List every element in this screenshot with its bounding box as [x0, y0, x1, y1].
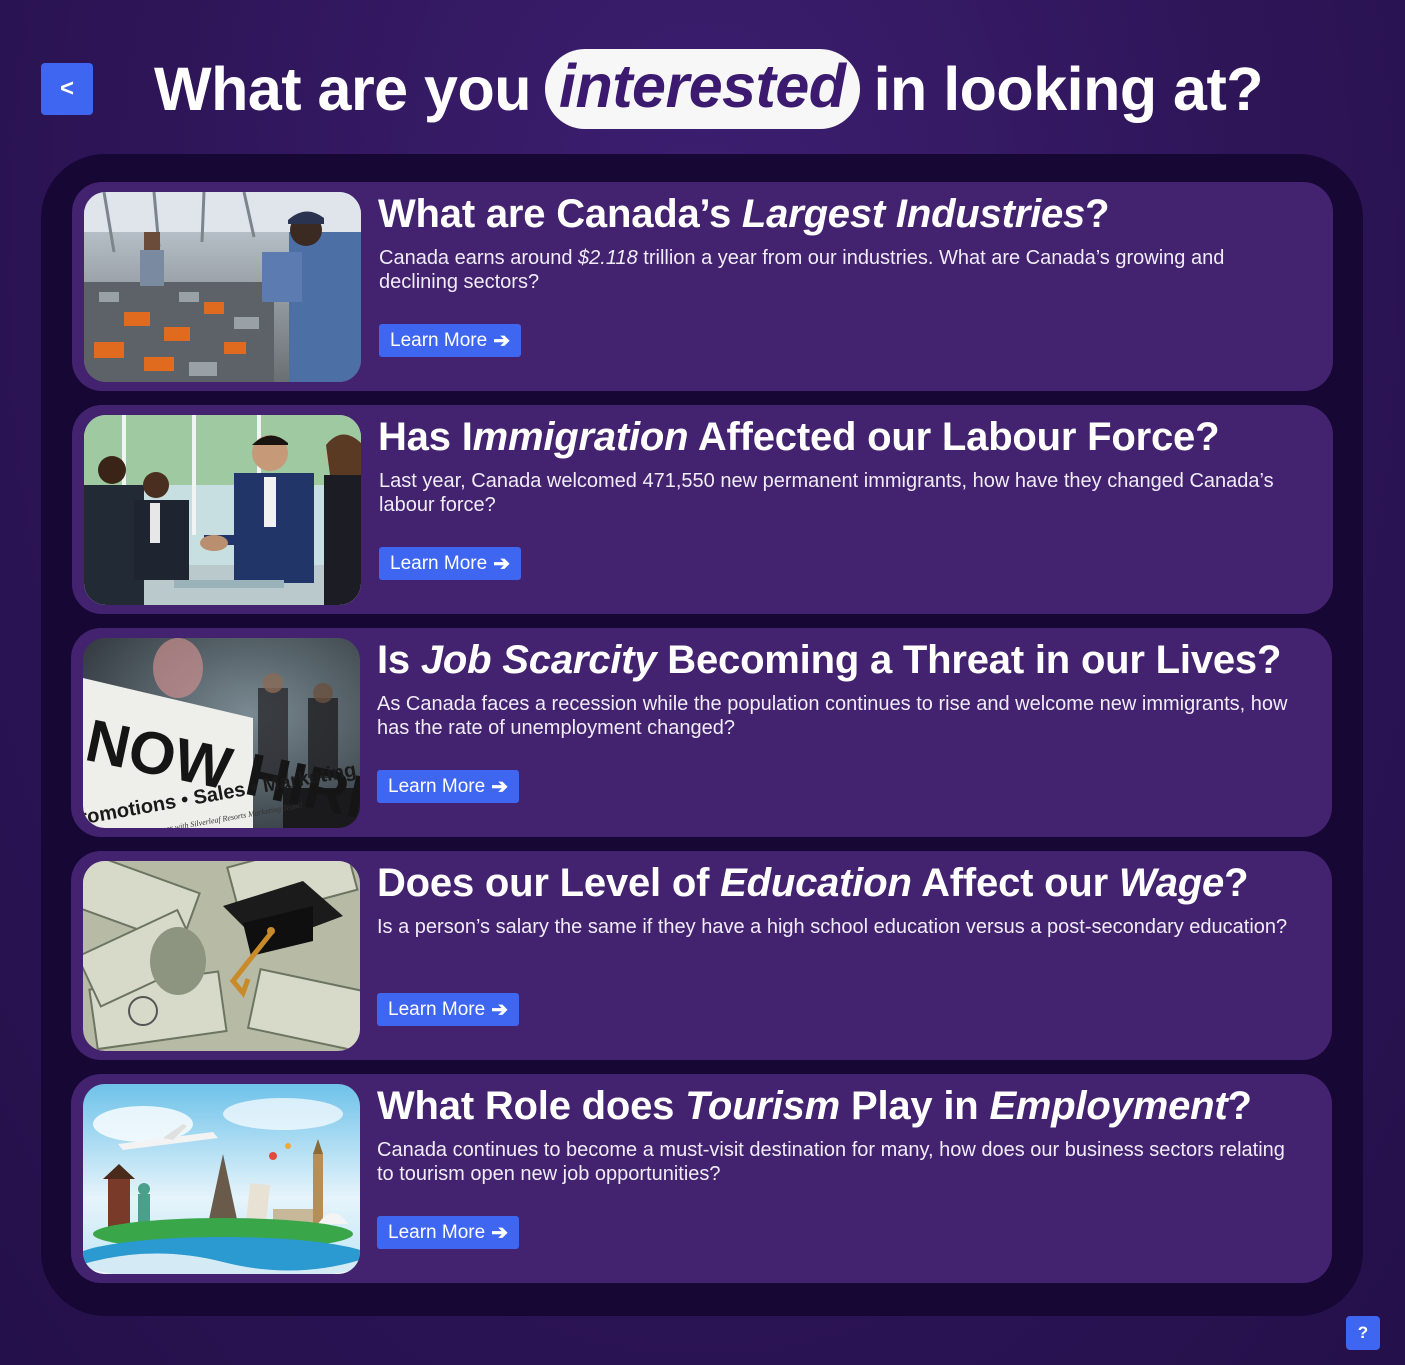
learn-more-button[interactable]: Learn More ➔ [377, 1216, 519, 1249]
arrow-right-icon: ➔ [493, 552, 510, 575]
title-emphasis: Wage [1118, 861, 1225, 905]
desc-emphasis: $2.118 [578, 247, 638, 269]
arrow-right-icon: ➔ [491, 1221, 508, 1244]
button-label: Learn More [388, 775, 486, 797]
arrow-right-icon: ➔ [491, 775, 508, 798]
topic-card-education: Does our Level of Education Affect our W… [71, 851, 1332, 1060]
title-text-before: What are you [154, 55, 532, 123]
title-text: What are Canada’s [378, 192, 742, 236]
card-description: Canada earns around $2.118 trillion a ye… [379, 246, 1299, 294]
title-text: Play in [840, 1084, 990, 1128]
card-description: Canada continues to become a must-visit … [377, 1139, 1285, 1185]
topic-card-industries: What are Canada’s Largest Industries? Ca… [72, 182, 1333, 391]
title-text: Is [377, 638, 421, 682]
topic-card-job-scarcity: NOW HIRING romotions • Sales • Marketing… [71, 628, 1332, 837]
title-emphasis: Job Scarcity [420, 638, 657, 682]
title-text: Affect our [911, 861, 1119, 905]
card-description: Last year, Canada welcomed 471,550 new p… [379, 470, 1274, 516]
learn-more-button[interactable]: Learn More ➔ [377, 993, 519, 1026]
card-title: Does our Level of Education Affect our W… [377, 861, 1307, 906]
title-emphasis: mmigration [472, 415, 689, 459]
title-text: Becoming a Threat in our Lives? [656, 638, 1282, 682]
now-hiring-sign-photo: NOW HIRING romotions • Sales • Marketing… [83, 638, 360, 828]
card-description: As Canada faces a recession while the po… [377, 693, 1288, 739]
card-title: What Role does Tourism Play in Employmen… [377, 1084, 1307, 1129]
world-landmarks-photo [83, 1084, 360, 1274]
money-graduation-cap-photo [83, 861, 360, 1051]
arrow-right-icon: ➔ [491, 998, 508, 1021]
title-text: Affected our Labour Force? [688, 415, 1220, 459]
title-text: ? [1224, 861, 1249, 905]
title-text: ? [1227, 1084, 1252, 1128]
card-description: Is a person’s salary the same if they ha… [377, 916, 1288, 938]
card-title: What are Canada’s Largest Industries? [378, 192, 1308, 237]
page-title: What are you interested in looking at? [154, 48, 1264, 130]
learn-more-button[interactable]: Learn More ➔ [379, 547, 521, 580]
back-button[interactable]: < [41, 63, 93, 115]
help-button[interactable]: ? [1346, 1316, 1380, 1350]
button-label: Learn More [390, 329, 488, 351]
title-emphasis: Education [720, 861, 912, 905]
title-emphasis: Largest Industries [741, 192, 1086, 236]
title-emphasis: Employment [989, 1084, 1228, 1128]
title-highlight-pill: interested [545, 49, 860, 129]
factory-workers-photo [84, 192, 361, 382]
title-text: What Role does [377, 1084, 686, 1128]
desc-text: Canada earns around [379, 247, 579, 269]
title-text-after: in looking at? [873, 55, 1264, 123]
business-handshake-photo [84, 415, 361, 605]
topic-card-immigration: Has Immigration Affected our Labour Forc… [72, 405, 1333, 614]
title-text: Does our Level of [377, 861, 721, 905]
title-emphasis: Tourism [685, 1084, 841, 1128]
button-label: Learn More [388, 1221, 486, 1243]
topic-card-tourism: What Role does Tourism Play in Employmen… [71, 1074, 1332, 1283]
learn-more-button[interactable]: Learn More ➔ [377, 770, 519, 803]
card-title: Is Job Scarcity Becoming a Threat in our… [377, 638, 1307, 683]
title-text: ? [1085, 192, 1110, 236]
learn-more-button[interactable]: Learn More ➔ [379, 324, 521, 357]
title-text: Has I [378, 415, 473, 459]
arrow-right-icon: ➔ [493, 329, 510, 352]
card-title: Has Immigration Affected our Labour Forc… [378, 415, 1308, 460]
button-label: Learn More [390, 552, 488, 574]
button-label: Learn More [388, 998, 486, 1020]
